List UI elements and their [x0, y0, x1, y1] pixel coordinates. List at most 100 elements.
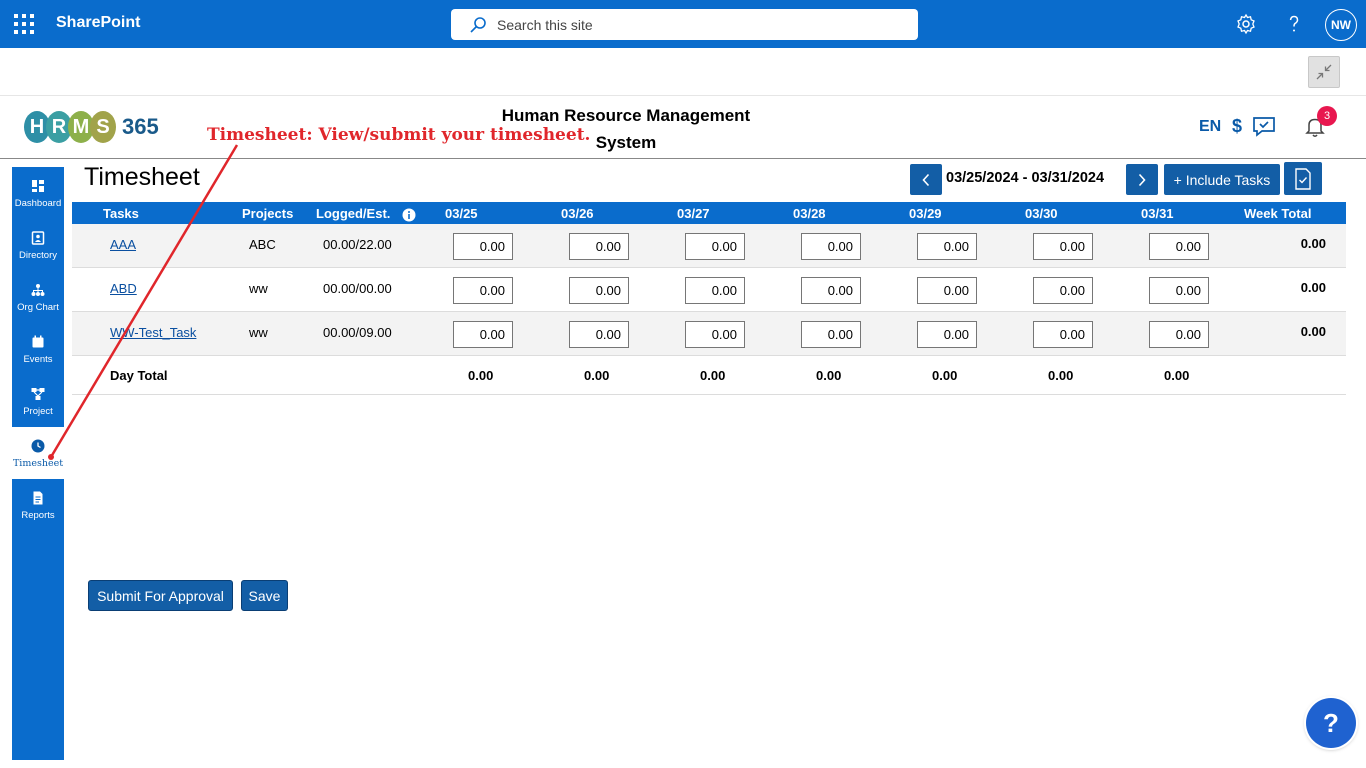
- table-header: Tasks Projects Logged/Est. 03/25 03/26 0…: [72, 202, 1346, 224]
- language-switch[interactable]: EN: [1199, 118, 1221, 136]
- search-input[interactable]: [497, 15, 897, 35]
- week-total-cell: 0.00: [1300, 280, 1326, 295]
- project-cell: ABC: [249, 237, 276, 252]
- header-day: 03/26: [561, 206, 594, 221]
- calendar-icon: [32, 335, 44, 348]
- collapse-button[interactable]: [1308, 56, 1340, 88]
- logo-letter: S: [90, 111, 116, 143]
- table-row: ABD ww 00.00/00.00 0.00: [72, 268, 1346, 312]
- hours-input[interactable]: [569, 233, 629, 260]
- nav-item-timesheet[interactable]: Timesheet: [12, 427, 64, 479]
- date-range-label: 03/25/2024 - 03/31/2024: [946, 170, 1105, 186]
- nav-item-directory[interactable]: Directory: [12, 219, 64, 271]
- nav-label: Timesheet: [12, 458, 64, 469]
- submit-for-approval-button[interactable]: Submit For Approval: [88, 580, 233, 611]
- logged-cell: 00.00/09.00: [323, 325, 392, 340]
- hrms365-logo: H R M S 365: [24, 110, 159, 144]
- help-fab-button[interactable]: ?: [1306, 698, 1356, 748]
- annotation-callout: Timesheet: View/submit your timesheet.: [207, 125, 591, 145]
- nav-item-dashboard[interactable]: Dashboard: [12, 167, 64, 219]
- header-day: 03/29: [909, 206, 942, 221]
- nav-label: Events: [23, 354, 53, 365]
- hours-input[interactable]: [1149, 233, 1209, 260]
- site-search-box[interactable]: [451, 9, 918, 40]
- sharepoint-brand[interactable]: SharePoint: [56, 14, 140, 32]
- report-icon: [33, 491, 43, 505]
- task-link[interactable]: WW-Test_Task: [110, 325, 196, 340]
- hours-input[interactable]: [453, 277, 513, 304]
- task-link[interactable]: AAA: [110, 237, 136, 252]
- day-total-cell: 0.00: [816, 368, 842, 383]
- task-link[interactable]: ABD: [110, 281, 137, 296]
- day-total-row: Day Total 0.00 0.00 0.00 0.00 0.00 0.00 …: [72, 358, 1346, 395]
- header-day: 03/30: [1025, 206, 1058, 221]
- page-title: Timesheet: [84, 163, 200, 191]
- document-check-icon: [1295, 167, 1311, 190]
- hours-input[interactable]: [1149, 277, 1209, 304]
- header-day: 03/27: [677, 206, 710, 221]
- user-avatar[interactable]: NW: [1325, 9, 1357, 41]
- nav-item-project[interactable]: Project: [12, 375, 64, 427]
- hours-input[interactable]: [685, 321, 745, 348]
- feedback-icon[interactable]: [1252, 116, 1276, 138]
- project-cell: ww: [249, 325, 268, 340]
- table-row: AAA ABC 00.00/22.00 0.00: [72, 224, 1346, 268]
- hours-input[interactable]: [569, 277, 629, 304]
- next-week-button[interactable]: [1126, 164, 1158, 195]
- header-projects: Projects: [242, 206, 294, 221]
- nav-item-events[interactable]: Events: [12, 323, 64, 375]
- logged-cell: 00.00/00.00: [323, 281, 392, 296]
- hours-input[interactable]: [1033, 277, 1093, 304]
- currency-switch[interactable]: $: [1232, 116, 1242, 137]
- save-button[interactable]: Save: [241, 580, 288, 611]
- day-total-cell: 0.00: [584, 368, 610, 383]
- hours-input[interactable]: [917, 321, 977, 348]
- day-total-label: Day Total: [110, 368, 168, 383]
- hours-input[interactable]: [685, 277, 745, 304]
- settings-gear-icon[interactable]: [1234, 12, 1258, 36]
- nav-item-org-chart[interactable]: Org Chart: [12, 271, 64, 323]
- left-navigation: Dashboard Directory Org Chart Events Pro…: [12, 167, 64, 760]
- header-logged: Logged/Est.: [316, 206, 391, 221]
- nav-label: Project: [23, 406, 53, 417]
- hours-input[interactable]: [453, 233, 513, 260]
- dashboard-icon: [32, 180, 44, 192]
- nav-label: Dashboard: [14, 198, 62, 209]
- nav-item-reports[interactable]: Reports: [12, 479, 64, 531]
- hours-input[interactable]: [569, 321, 629, 348]
- chevron-left-icon: [922, 173, 930, 186]
- timesheet-document-button[interactable]: [1284, 162, 1322, 195]
- org-chart-icon: [31, 284, 45, 296]
- clock-icon: [31, 439, 45, 453]
- hours-input[interactable]: [1033, 321, 1093, 348]
- header-day: 03/31: [1141, 206, 1174, 221]
- hours-input[interactable]: [917, 277, 977, 304]
- nav-label: Directory: [18, 250, 57, 261]
- chevron-right-icon: [1138, 173, 1146, 186]
- hours-input[interactable]: [801, 321, 861, 348]
- app-launcher-icon[interactable]: [14, 14, 34, 34]
- search-icon: [470, 17, 486, 33]
- app-header: H R M S 365 Human Resource Management Sy…: [0, 96, 1366, 159]
- hours-input[interactable]: [685, 233, 745, 260]
- hours-input[interactable]: [801, 233, 861, 260]
- help-icon[interactable]: [1282, 12, 1306, 36]
- hours-input[interactable]: [1033, 233, 1093, 260]
- day-total-cell: 0.00: [1164, 368, 1190, 383]
- include-tasks-button[interactable]: + Include Tasks: [1164, 164, 1280, 195]
- logged-cell: 00.00/22.00: [323, 237, 392, 252]
- suite-bar: SharePoint NW: [0, 0, 1366, 48]
- hours-input[interactable]: [1149, 321, 1209, 348]
- nav-label: Reports: [21, 510, 55, 521]
- collapse-arrows-icon: [1316, 64, 1332, 80]
- notification-count-badge: 3: [1317, 106, 1337, 126]
- hours-input[interactable]: [453, 321, 513, 348]
- previous-week-button[interactable]: [910, 164, 942, 195]
- table-row: WW-Test_Task ww 00.00/09.00 0.00: [72, 312, 1346, 356]
- hours-input[interactable]: [917, 233, 977, 260]
- project-icon: [31, 388, 45, 400]
- hours-input[interactable]: [801, 277, 861, 304]
- info-icon[interactable]: [402, 208, 416, 222]
- logo-number: 365: [122, 114, 159, 139]
- day-total-cell: 0.00: [468, 368, 494, 383]
